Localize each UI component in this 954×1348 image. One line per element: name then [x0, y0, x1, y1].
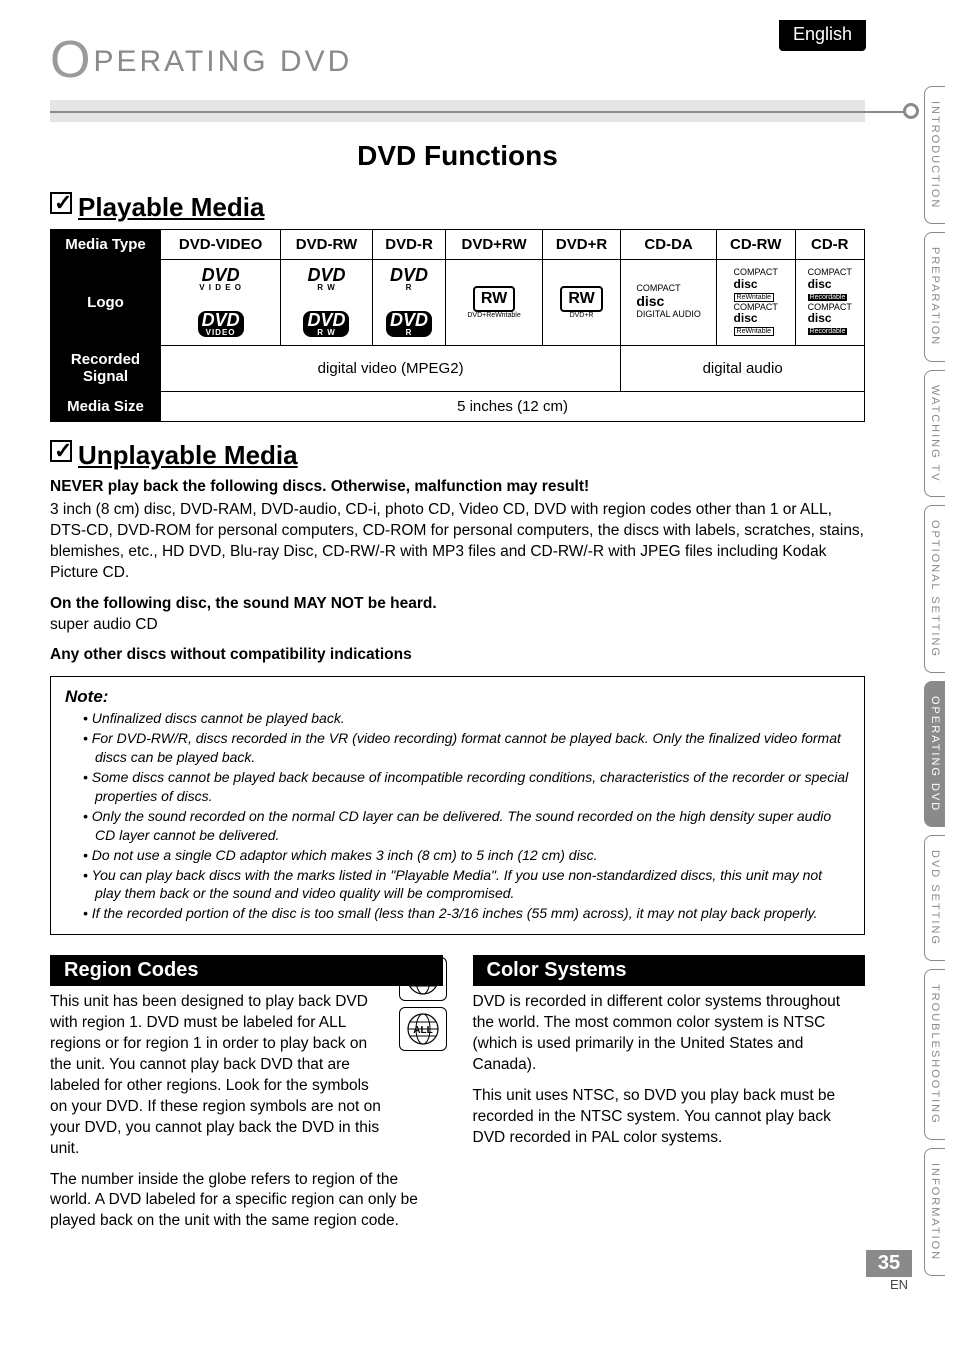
- check-icon: [50, 440, 72, 462]
- media-size-value: 5 inches (12 cm): [161, 392, 865, 422]
- region-p1: This unit has been designed to play back…: [50, 992, 443, 1159]
- check-icon: [50, 192, 72, 214]
- col-header: DVD+R: [542, 230, 620, 260]
- tab-information[interactable]: INFORMATION: [924, 1148, 945, 1276]
- row-label-media-size: Media Size: [51, 392, 161, 422]
- col-header: DVD-VIDEO: [161, 230, 281, 260]
- unplayable-list: 3 inch (8 cm) disc, DVD-RAM, DVD-audio, …: [50, 500, 865, 584]
- playable-heading: Playable Media: [50, 192, 865, 223]
- unplayable-other-heading: Any other discs without compatibility in…: [50, 645, 865, 666]
- tab-preparation[interactable]: PREPARATION: [924, 232, 945, 361]
- page-footer: 35 EN: [866, 1250, 912, 1292]
- col-header: CD-RW: [716, 230, 795, 260]
- section-title: DVD Functions: [50, 140, 865, 172]
- note-item: Only the sound recorded on the normal CD…: [83, 807, 850, 845]
- region-globe-all-icon: ALL: [399, 1007, 447, 1051]
- color-systems-title: Color Systems: [473, 955, 866, 986]
- svg-text:1: 1: [419, 974, 425, 986]
- col-header: DVD-R: [372, 230, 446, 260]
- row-label-logo: Logo: [51, 260, 161, 346]
- side-tabs: INTRODUCTION PREPARATION WATCHING TV OPT…: [924, 86, 954, 1284]
- note-item: Do not use a single CD adaptor which mak…: [83, 846, 850, 865]
- unplayable-sound-heading: On the following disc, the sound MAY NOT…: [50, 594, 865, 615]
- logo-cd-r: COMPACTdiscRecordable COMPACTdiscRecorda…: [795, 260, 864, 346]
- region-p2: The number inside the globe refers to re…: [50, 1170, 443, 1233]
- recorded-signal-video: digital video (MPEG2): [161, 346, 621, 392]
- tab-operating-dvd[interactable]: OPERATING DVD: [924, 681, 945, 827]
- region-globe-1-icon: 1: [399, 957, 447, 1001]
- table-row: Media Type DVD-VIDEO DVD-RW DVD-R DVD+RW…: [51, 230, 865, 260]
- unplayable-heading: Unplayable Media: [50, 440, 865, 471]
- note-item: If the recorded portion of the disc is t…: [83, 904, 850, 923]
- col-header: DVD+RW: [446, 230, 543, 260]
- col-header: DVD-RW: [281, 230, 373, 260]
- page-lang: EN: [866, 1277, 912, 1292]
- tab-troubleshooting[interactable]: TROUBLESHOOTING: [924, 969, 945, 1140]
- recorded-signal-audio: digital audio: [621, 346, 865, 392]
- table-row: Logo DVDV I D E O DVDVIDEO DVDR W DVDR W…: [51, 260, 865, 346]
- logo-dvd-rw: DVDR W DVDR W: [281, 260, 373, 346]
- table-row: Recorded Signal digital video (MPEG2) di…: [51, 346, 865, 392]
- tab-watching-tv[interactable]: WATCHING TV: [924, 370, 945, 498]
- note-item: Some discs cannot be played back because…: [83, 768, 850, 806]
- logo-dvd-plus-r: RWDVD+R: [542, 260, 620, 346]
- svg-text:ALL: ALL: [413, 1025, 432, 1036]
- note-title: Note:: [65, 687, 850, 707]
- logo-dvd-plus-rw: RWDVD+ReWritable: [446, 260, 543, 346]
- col-header: CD-DA: [621, 230, 717, 260]
- tab-introduction[interactable]: INTRODUCTION: [924, 86, 945, 224]
- page-number: 35: [866, 1250, 912, 1277]
- chapter-heading: OPERATING DVD: [50, 30, 865, 96]
- logo-cd-rw: COMPACTdiscReWritable COMPACTdiscReWrita…: [716, 260, 795, 346]
- note-item: Unfinalized discs cannot be played back.: [83, 709, 850, 728]
- logo-dvd-r: DVDR DVDR: [372, 260, 446, 346]
- note-item: You can play back discs with the marks l…: [83, 866, 850, 904]
- logo-cd-da: COMPACTdiscDIGITAL AUDIO: [621, 260, 717, 346]
- color-p1: DVD is recorded in different color syste…: [473, 992, 866, 1076]
- row-label-media-type: Media Type: [51, 230, 161, 260]
- unplayable-sound-body: super audio CD: [50, 615, 865, 636]
- unplayable-warning: NEVER play back the following discs. Oth…: [50, 477, 865, 498]
- chapter-rest: PERATING DVD: [93, 45, 352, 78]
- logo-dvd-video: DVDV I D E O DVDVIDEO: [161, 260, 281, 346]
- chapter-initial: O: [50, 31, 93, 89]
- note-box: Note: Unfinalized discs cannot be played…: [50, 676, 865, 935]
- tab-dvd-setting[interactable]: DVD SETTING: [924, 835, 945, 961]
- table-row: Media Size 5 inches (12 cm): [51, 392, 865, 422]
- color-p2: This unit uses NTSC, so DVD you play bac…: [473, 1086, 866, 1149]
- region-codes-title: Region Codes: [50, 955, 443, 986]
- col-header: CD-R: [795, 230, 864, 260]
- row-label-recorded-signal: Recorded Signal: [51, 346, 161, 392]
- tab-optional-setting[interactable]: OPTIONAL SETTING: [924, 505, 945, 673]
- chapter-rule: [50, 100, 865, 122]
- note-item: For DVD-RW/R, discs recorded in the VR (…: [83, 729, 850, 767]
- playable-media-table: Media Type DVD-VIDEO DVD-RW DVD-R DVD+RW…: [50, 229, 865, 422]
